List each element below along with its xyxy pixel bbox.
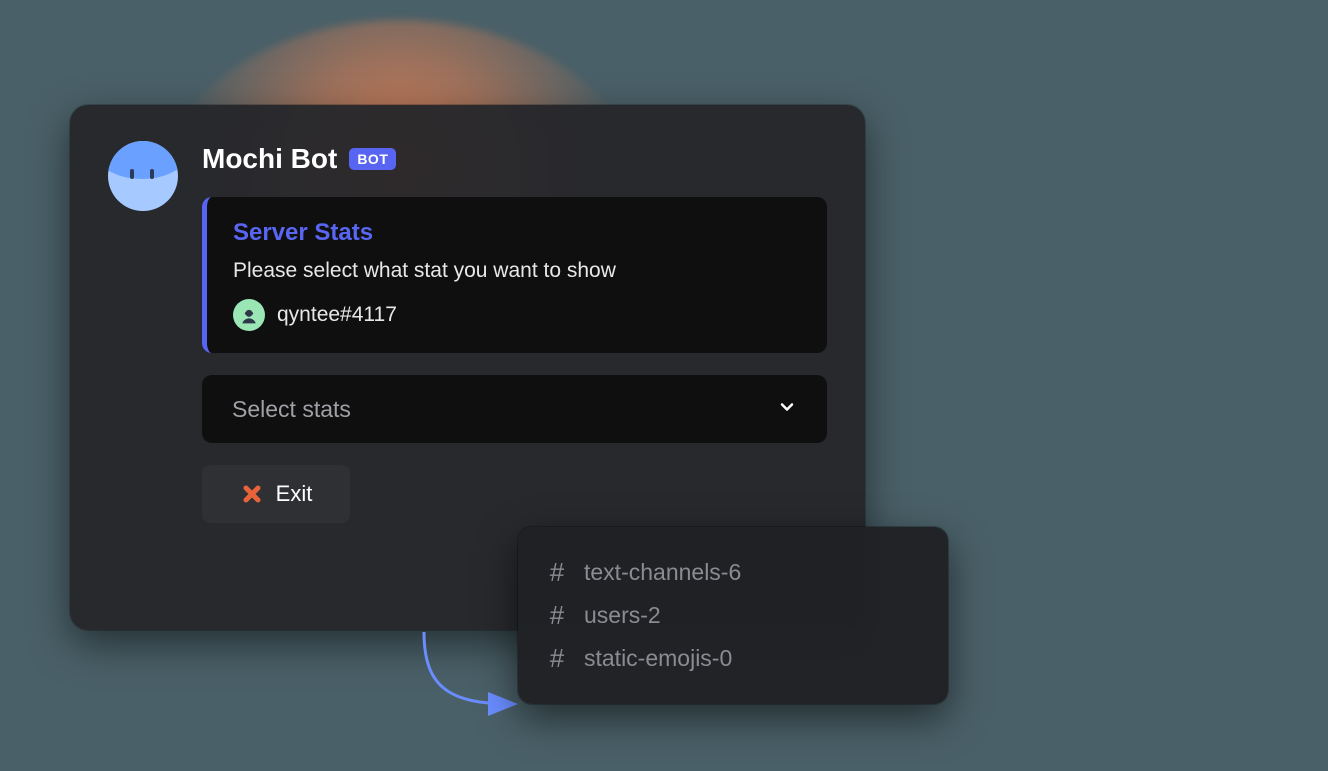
channel-name: text-channels-6 xyxy=(584,559,741,586)
close-icon xyxy=(240,482,264,506)
exit-button[interactable]: Exit xyxy=(202,465,350,523)
select-placeholder: Select stats xyxy=(232,396,351,423)
user-tag: qyntee#4117 xyxy=(277,303,397,327)
channel-row[interactable]: # static-emojis-0 xyxy=(546,637,920,680)
select-stats-dropdown[interactable]: Select stats xyxy=(202,375,827,443)
channels-popup-card: # text-channels-6 # users-2 # static-emo… xyxy=(518,527,948,704)
bot-name: Mochi Bot xyxy=(202,143,337,175)
chevron-down-icon xyxy=(777,397,797,422)
hash-icon: # xyxy=(546,643,568,674)
embed-box: Server Stats Please select what stat you… xyxy=(202,197,827,353)
exit-label: Exit xyxy=(276,481,313,507)
bot-avatar xyxy=(108,141,178,211)
embed-title: Server Stats xyxy=(233,219,801,247)
channel-row[interactable]: # text-channels-6 xyxy=(546,551,920,594)
bot-title-line: Mochi Bot BOT xyxy=(202,143,827,175)
channel-row[interactable]: # users-2 xyxy=(546,594,920,637)
connector-arrow-icon xyxy=(404,632,534,732)
hash-icon: # xyxy=(546,557,568,588)
bot-badge: BOT xyxy=(349,148,396,170)
embed-description: Please select what stat you want to show xyxy=(233,259,801,283)
channel-name: static-emojis-0 xyxy=(584,645,732,672)
user-avatar-icon xyxy=(233,299,265,331)
embed-footer-user: qyntee#4117 xyxy=(233,299,801,331)
hash-icon: # xyxy=(546,600,568,631)
channel-name: users-2 xyxy=(584,602,661,629)
